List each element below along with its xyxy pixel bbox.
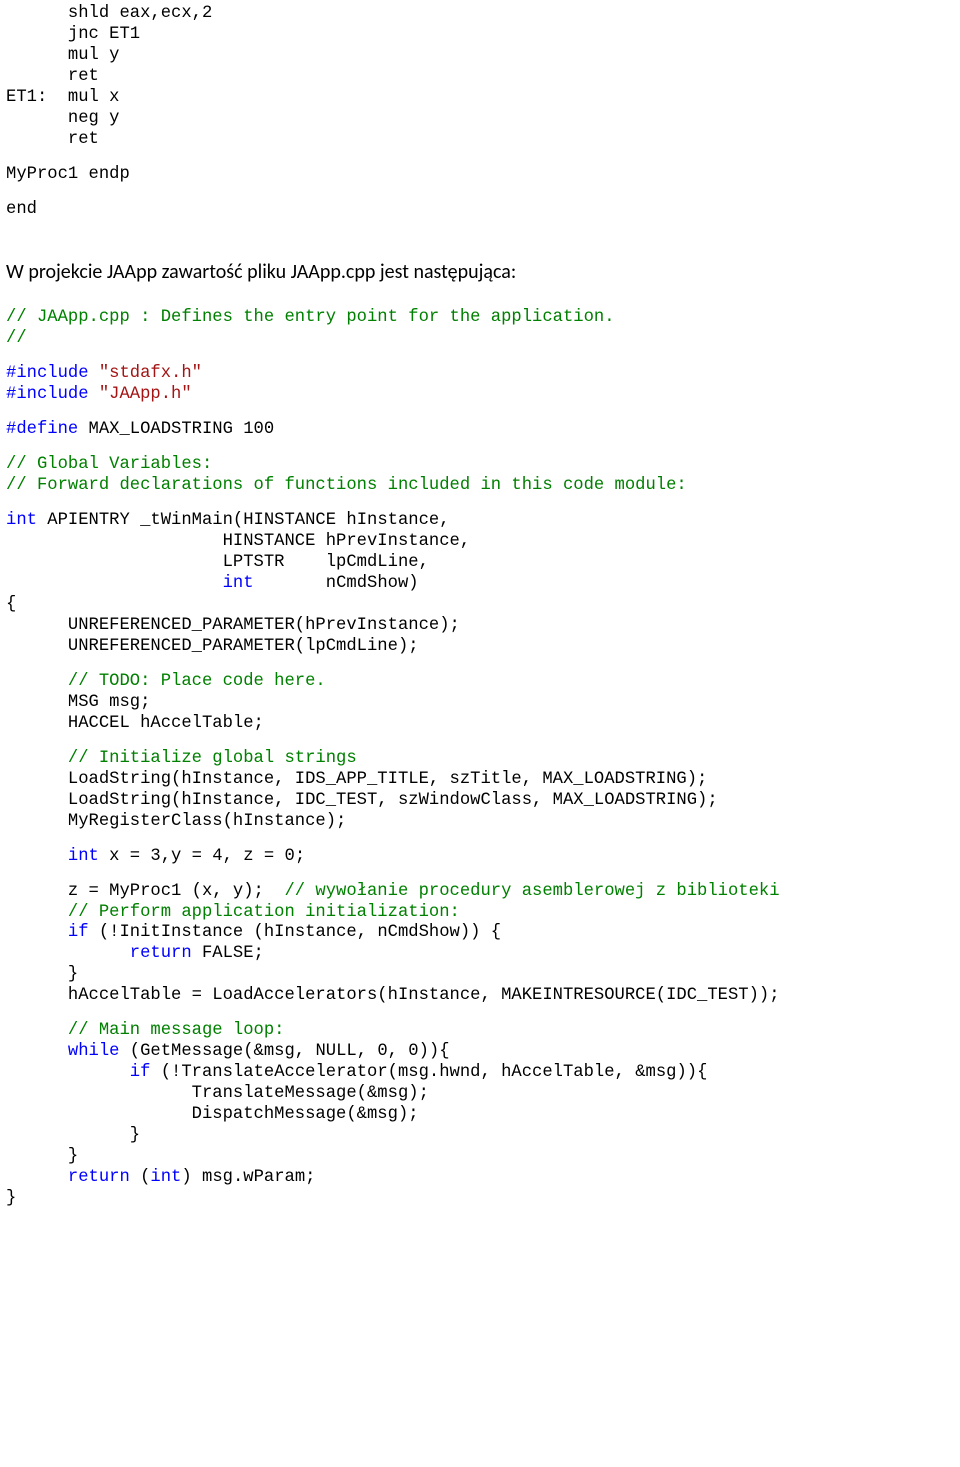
paragraph-jaapp-intro: W projekcie JAApp zawartość pliku JAApp.… <box>6 259 954 286</box>
asm-line: shld eax,ecx,2 <box>6 4 954 25</box>
cpp-line: while (GetMessage(&msg, NULL, 0, 0)){ <box>6 1042 954 1063</box>
cpp-line: HACCEL hAccelTable; <box>6 714 954 735</box>
asm-line: ET1: mul x <box>6 88 954 109</box>
cpp-comment: // TODO: Place code here. <box>6 672 954 693</box>
cpp-line: DispatchMessage(&msg); <box>6 1105 954 1126</box>
cpp-keyword: return <box>68 1168 130 1187</box>
cpp-comment: // Initialize global strings <box>6 749 954 770</box>
asm-line: ret <box>6 67 954 88</box>
cpp-line: TranslateMessage(&msg); <box>6 1084 954 1105</box>
asm-line: MyProc1 endp <box>6 165 954 186</box>
cpp-comment: // Main message loop: <box>6 1021 954 1042</box>
cpp-keyword: if <box>130 1063 151 1082</box>
cpp-keyword: int <box>68 847 99 866</box>
asm-line: jnc ET1 <box>6 25 954 46</box>
cpp-comment: // Forward declarations of functions inc… <box>6 476 954 497</box>
cpp-brace: { <box>6 595 954 616</box>
cpp-define: #define MAX_LOADSTRING 100 <box>6 420 954 441</box>
cpp-line: int x = 3,y = 4, z = 0; <box>6 847 954 868</box>
cpp-comment: // <box>6 329 954 350</box>
cpp-brace: } <box>6 1147 954 1168</box>
cpp-include: #include "JAApp.h" <box>6 385 954 406</box>
cpp-comment: // wywołanie procedury asemblerowej z bi… <box>284 882 779 901</box>
cpp-func-sig: int nCmdShow) <box>6 574 954 595</box>
cpp-comment: // Perform application initialization: <box>6 903 954 924</box>
cpp-directive: #include <box>6 385 89 404</box>
cpp-directive: #include <box>6 364 89 383</box>
cpp-line: return (int) msg.wParam; <box>6 1168 954 1189</box>
cpp-line: if (!TranslateAccelerator(msg.hwnd, hAcc… <box>6 1063 954 1084</box>
cpp-line: UNREFERENCED_PARAMETER(lpCmdLine); <box>6 637 954 658</box>
cpp-line: z = MyProc1 (x, y); // wywołanie procedu… <box>6 882 954 903</box>
cpp-keyword: while <box>68 1042 120 1061</box>
asm-line: end <box>6 200 954 221</box>
cpp-keyword: if <box>68 923 89 942</box>
cpp-brace: } <box>6 965 954 986</box>
cpp-line: MyRegisterClass(hInstance); <box>6 812 954 833</box>
cpp-keyword: int <box>6 511 37 530</box>
cpp-brace: } <box>6 1189 954 1210</box>
cpp-line: hAccelTable = LoadAccelerators(hInstance… <box>6 986 954 1007</box>
cpp-include: #include "stdafx.h" <box>6 364 954 385</box>
cpp-func-sig: LPTSTR lpCmdLine, <box>6 553 954 574</box>
cpp-comment: // Global Variables: <box>6 455 954 476</box>
cpp-func-sig: int APIENTRY _tWinMain(HINSTANCE hInstan… <box>6 511 954 532</box>
cpp-brace: } <box>6 1126 954 1147</box>
cpp-line: LoadString(hInstance, IDC_TEST, szWindow… <box>6 791 954 812</box>
cpp-keyword: int <box>150 1168 181 1187</box>
cpp-string: "JAApp.h" <box>99 385 192 404</box>
cpp-line: MSG msg; <box>6 693 954 714</box>
cpp-directive: #define <box>6 420 78 439</box>
cpp-func-sig: HINSTANCE hPrevInstance, <box>6 532 954 553</box>
cpp-line: if (!InitInstance (hInstance, nCmdShow))… <box>6 923 954 944</box>
cpp-comment: // JAApp.cpp : Defines the entry point f… <box>6 308 954 329</box>
asm-line: neg y <box>6 109 954 130</box>
cpp-line: UNREFERENCED_PARAMETER(hPrevInstance); <box>6 616 954 637</box>
cpp-line: LoadString(hInstance, IDS_APP_TITLE, szT… <box>6 770 954 791</box>
cpp-line: return FALSE; <box>6 944 954 965</box>
cpp-keyword: int <box>223 574 254 593</box>
asm-line: mul y <box>6 46 954 67</box>
cpp-keyword: return <box>130 944 192 963</box>
cpp-string: "stdafx.h" <box>99 364 202 383</box>
asm-line: ret <box>6 130 954 151</box>
